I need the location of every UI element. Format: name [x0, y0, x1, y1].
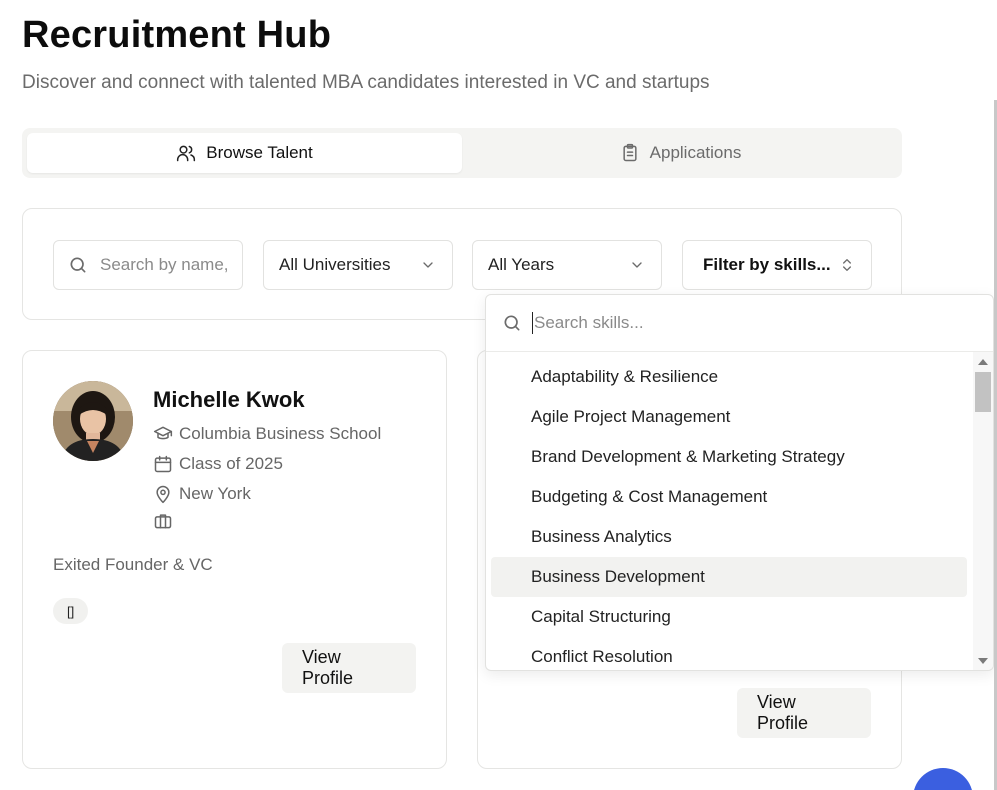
tab-bar: Browse Talent Applications	[22, 128, 902, 178]
chevron-down-icon	[632, 262, 642, 268]
skill-option[interactable]: Business Analytics	[491, 517, 967, 557]
scroll-down-arrow-icon[interactable]	[978, 658, 988, 664]
tab-applications[interactable]: Applications	[464, 133, 897, 173]
skill-option[interactable]: Budgeting & Cost Management	[491, 477, 967, 517]
search-placeholder: Search by name,	[100, 255, 229, 274]
floating-action-button[interactable]	[913, 768, 973, 790]
scrollbar-thumb[interactable]	[975, 372, 991, 412]
location-text: New York	[179, 484, 251, 503]
tab-label: Applications	[649, 143, 742, 162]
scroll-up-arrow-icon[interactable]	[978, 359, 988, 365]
page-subtitle: Discover and connect with talented MBA c…	[22, 72, 710, 93]
map-pin-icon	[156, 485, 170, 504]
view-profile-button[interactable]: View Profile	[737, 688, 871, 738]
university-select[interactable]: All Universities	[263, 240, 453, 290]
search-icon	[70, 257, 86, 273]
skills-filter-select[interactable]: Filter by skills...	[682, 240, 872, 290]
skill-badge: []	[53, 598, 89, 624]
avatar	[53, 381, 133, 461]
text-caret	[532, 312, 533, 334]
search-icon	[504, 315, 520, 331]
candidate-card: Michelle Kwok Columbia Business School C…	[22, 350, 447, 769]
tab-browse-talent[interactable]: Browse Talent	[27, 133, 462, 173]
candidate-location: New York	[153, 484, 251, 504]
candidate-name: Michelle Kwok	[153, 387, 305, 412]
university-value: All Universities	[279, 255, 391, 274]
calendar-icon	[154, 455, 172, 473]
graduation-cap-icon	[153, 426, 173, 440]
year-value: All Years	[488, 255, 555, 274]
users-icon	[177, 145, 196, 162]
clipboard-icon	[623, 143, 637, 162]
view-profile-button[interactable]: View Profile	[282, 643, 416, 693]
tab-label: Browse Talent	[206, 143, 313, 162]
school-text: Columbia Business School	[179, 424, 382, 443]
skills-dropdown: Search skills... Adaptability & Resilien…	[485, 294, 994, 671]
skills-search-placeholder: Search skills...	[534, 313, 644, 332]
skill-option[interactable]: Brand Development & Marketing Strategy	[491, 437, 967, 477]
dropdown-scrollbar[interactable]	[973, 352, 993, 670]
candidate-headline: Exited Founder & VC	[53, 555, 213, 574]
briefcase-icon	[154, 514, 172, 529]
chevron-up-down-icon	[843, 259, 851, 271]
candidate-job	[153, 511, 173, 531]
candidate-school: Columbia Business School	[153, 424, 381, 444]
chevron-down-icon	[423, 262, 433, 268]
page-title: Recruitment Hub	[22, 14, 332, 56]
skill-option[interactable]: Business Development	[491, 557, 967, 597]
skill-option[interactable]: Conflict Resolution	[491, 637, 967, 670]
year-select[interactable]: All Years	[472, 240, 662, 290]
skills-search-input[interactable]: Search skills...	[486, 295, 993, 352]
skill-option[interactable]: Agile Project Management	[491, 397, 967, 437]
class-text: Class of 2025	[179, 454, 283, 473]
candidate-class: Class of 2025	[153, 454, 283, 474]
search-input[interactable]: Search by name,	[53, 240, 243, 290]
skill-option[interactable]: Adaptability & Resilience	[491, 357, 967, 397]
skills-filter-value: Filter by skills...	[703, 255, 831, 274]
skill-option[interactable]: Capital Structuring	[491, 597, 967, 637]
skills-option-list: Adaptability & Resilience Agile Project …	[486, 357, 972, 670]
